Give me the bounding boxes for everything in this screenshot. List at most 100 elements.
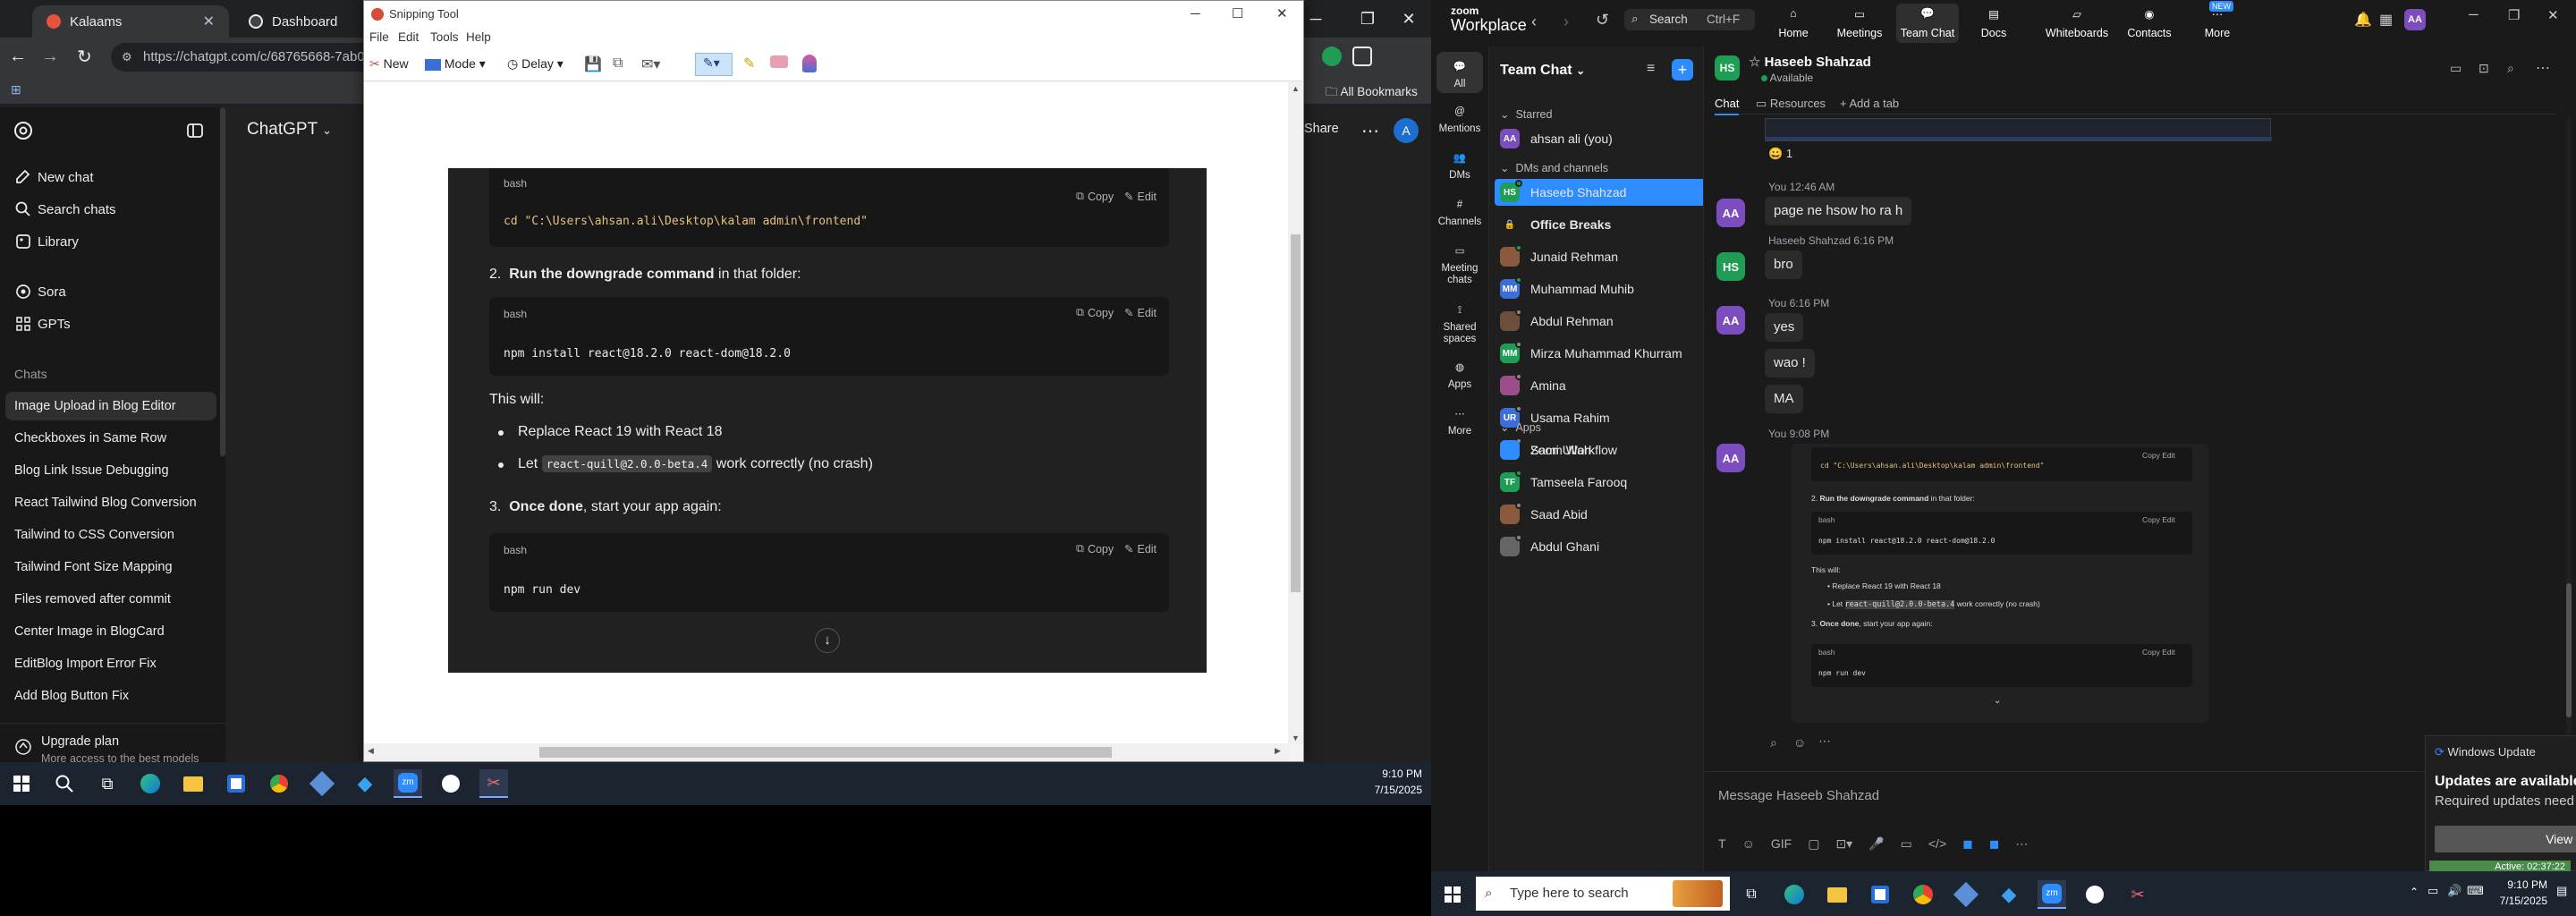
close-icon[interactable]: ✕	[2547, 7, 2559, 23]
save-icon[interactable]: 💾	[584, 55, 602, 73]
message-bubble[interactable]: page ne hsow ho ra h	[1765, 197, 1912, 225]
minimize-icon[interactable]: ─	[2469, 7, 2479, 22]
address-bar[interactable]: ⚙ https://chatgpt.com/c/68765668-7ab0-8	[111, 43, 379, 72]
copy-button[interactable]: ⧉ Copy	[1076, 306, 1114, 319]
chat-item[interactable]: Blog Link Issue Debugging	[14, 463, 169, 478]
video-message-icon[interactable]: ▭	[1901, 836, 1912, 852]
rail-shared-spaces[interactable]: ⟟ Shared spaces	[1431, 301, 1488, 345]
edit-button[interactable]: ✎ Edit	[1124, 542, 1157, 556]
delay-button[interactable]: ◷ Delay ▾	[507, 56, 564, 72]
chatgpt-icon[interactable]	[2080, 880, 2109, 909]
forward-icon[interactable]: ›	[1563, 13, 1569, 31]
nav-team-chat[interactable]: 💬 Team Chat	[1896, 4, 1959, 43]
edit-button[interactable]: ✎ Edit	[1124, 190, 1157, 204]
message-bubble[interactable]: MA	[1765, 385, 1803, 413]
tray-chevron-icon[interactable]: ⌃	[2410, 886, 2419, 898]
chrome-icon[interactable]	[265, 769, 293, 798]
search-icon[interactable]	[50, 769, 79, 798]
view-updates-button[interactable]: View updates	[2435, 826, 2576, 852]
add-chat-button[interactable]: +	[1672, 59, 1693, 81]
keyboard-icon[interactable]: ⌨	[2467, 884, 2484, 898]
notification-icon[interactable]: ▤	[2556, 884, 2567, 898]
task-view-icon[interactable]: ⧉	[93, 769, 122, 798]
send-icon[interactable]: ✉▾	[641, 55, 660, 73]
search-chats-link[interactable]: Search chats	[38, 202, 116, 217]
chat-item[interactable]: Files removed after commit	[14, 592, 171, 606]
network-icon[interactable]: ▭	[2428, 884, 2438, 898]
apps-heading[interactable]: ⌄ Apps	[1500, 420, 1541, 434]
edge-icon[interactable]	[1780, 880, 1809, 909]
tab-resources[interactable]: ▭ Resources	[1756, 97, 1826, 111]
reaction-badge[interactable]: 😀 1	[1768, 147, 1792, 161]
screenshot-icon[interactable]: ⊡▾	[1835, 836, 1852, 852]
rail-all[interactable]: 💬 All	[1436, 52, 1483, 93]
history-icon[interactable]: ↺	[1596, 11, 1609, 30]
paint3d-icon[interactable]	[802, 55, 817, 72]
app-icon[interactable]: ◼	[1989, 836, 2000, 852]
chat-item[interactable]: Image Upload in Blog Editor	[14, 399, 176, 413]
list-item[interactable]: TF Tamseela Farooq	[1500, 469, 1699, 496]
sidepanel-icon[interactable]	[1352, 47, 1372, 66]
forward-icon[interactable]: →	[41, 47, 59, 67]
list-item[interactable]: Abdul Rehman	[1500, 308, 1699, 335]
starred-heading[interactable]: ⌄ Starred	[1500, 107, 1552, 121]
vscode-icon[interactable]: ◆	[1995, 880, 2023, 909]
shared-image-attachment[interactable]: cd "C:\Users\ahsan.ali\Desktop\kalam adm…	[1792, 444, 2208, 723]
snipping-tool-icon[interactable]: ✂	[479, 769, 508, 798]
edge-icon[interactable]	[136, 769, 165, 798]
app-icon[interactable]	[1952, 880, 1980, 909]
site-info-icon[interactable]: ⚙	[122, 43, 132, 72]
profile-g-icon[interactable]	[1322, 47, 1342, 66]
scrollbar-thumb[interactable]	[539, 747, 1112, 758]
bell-icon[interactable]: 🔔	[2354, 11, 2372, 29]
rail-mentions[interactable]: @ Mentions	[1431, 102, 1488, 135]
list-item[interactable]: 🔒 Office Breaks	[1500, 211, 1699, 238]
chat-title[interactable]: ☆ Haseeb Shahzad	[1749, 54, 1871, 70]
new-snip-button[interactable]: ✂ New	[369, 56, 409, 72]
emoji-icon[interactable]: ☺	[1742, 836, 1755, 852]
list-item[interactable]: Abdul Ghani	[1500, 533, 1699, 560]
scroll-right-arrow-icon[interactable]: ▶	[1275, 746, 1281, 756]
close-icon[interactable]: ✕	[203, 13, 215, 30]
task-view-icon[interactable]: ⧉	[1737, 880, 1766, 909]
search-input[interactable]: ⌕ Search Ctrl+F	[1624, 9, 1755, 30]
taskbar-search-input[interactable]: ⌕ Type here to search	[1476, 877, 1730, 911]
openai-logo-icon[interactable]	[13, 120, 34, 141]
reply-icon[interactable]: ⌕	[1770, 735, 1777, 751]
scroll-left-arrow-icon[interactable]: ◀	[368, 746, 374, 756]
eraser-icon[interactable]	[770, 55, 788, 68]
screen-share-icon[interactable]: ⊡	[2479, 61, 2489, 76]
gpts-link[interactable]: GPTs	[38, 317, 71, 332]
rail-dms[interactable]: 👥 DMs	[1431, 148, 1488, 182]
nav-whiteboards[interactable]: ▱ Whiteboards	[2041, 7, 2113, 39]
vertical-scrollbar[interactable]: ▲ ▼	[1288, 82, 1303, 744]
volume-icon[interactable]: 🔊	[2447, 884, 2462, 898]
store-icon[interactable]	[222, 769, 250, 798]
previous-image-attachment[interactable]	[1765, 118, 2272, 141]
message-bubble[interactable]: yes	[1765, 313, 1804, 342]
more-actions-icon[interactable]: ⋯	[1818, 734, 1831, 749]
user-avatar[interactable]: AA	[2404, 9, 2426, 30]
scrollbar-thumb[interactable]	[2566, 583, 2572, 717]
rail-meeting-chats[interactable]: ▭ Meeting chats	[1431, 242, 1488, 286]
mode-button[interactable]: Mode ▾	[425, 56, 486, 72]
rail-channels[interactable]: # Channels	[1431, 195, 1488, 228]
file-explorer-icon[interactable]	[179, 769, 208, 798]
windows-start-icon[interactable]	[7, 769, 36, 798]
code-snippet-icon[interactable]: </>	[1928, 836, 1946, 852]
list-item[interactable]: Junaid Rehman	[1500, 243, 1699, 270]
sora-link[interactable]: Sora	[38, 284, 66, 300]
star-icon[interactable]: ☆	[1749, 55, 1760, 70]
list-item-active[interactable]: HS Haseeb Shahzad	[1495, 179, 1706, 206]
copy-icon[interactable]: ⧉	[613, 55, 623, 72]
more-options-icon[interactable]: ⋯	[1361, 120, 1379, 142]
horizontal-scrollbar[interactable]: ◀ ▶	[364, 743, 1289, 761]
share-button[interactable]: Share	[1304, 122, 1339, 136]
library-link[interactable]: Library	[38, 234, 79, 250]
add-reaction-icon[interactable]: ☺	[1793, 735, 1806, 750]
avatar[interactable]: A	[1394, 118, 1419, 143]
list-item[interactable]: Saad Abid	[1500, 501, 1699, 528]
list-item[interactable]: MM Muhammad Muhib	[1500, 276, 1699, 302]
nav-contacts[interactable]: ◉ Contacts	[2118, 7, 2181, 39]
store-icon[interactable]	[1866, 880, 1894, 909]
